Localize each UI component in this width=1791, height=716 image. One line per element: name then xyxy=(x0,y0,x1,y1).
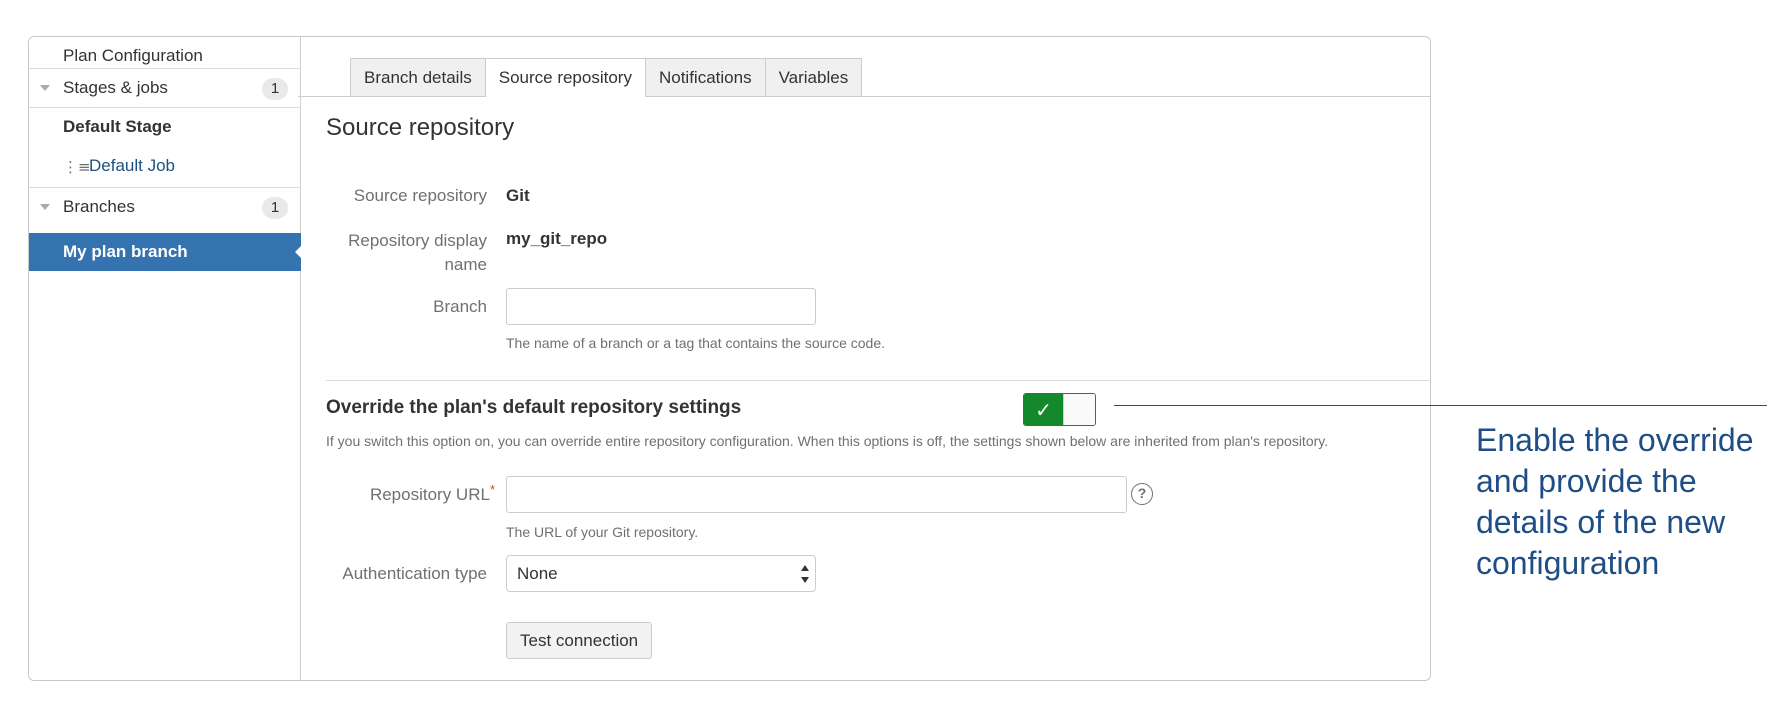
section-divider xyxy=(326,380,1431,381)
page-title: Source repository xyxy=(326,114,515,141)
tab-variables[interactable]: Variables xyxy=(764,58,863,96)
authentication-type-select[interactable]: None xyxy=(506,555,816,592)
tab-label: Branch details xyxy=(364,67,472,87)
branch-label: Branch xyxy=(433,297,487,316)
branch-help-text: The name of a branch or a tag that conta… xyxy=(506,335,886,351)
label-text: Repository URL xyxy=(369,485,490,504)
sidebar-item-label: Default Stage xyxy=(63,117,172,136)
override-description: If you switch this option on, you can ov… xyxy=(326,433,1329,449)
repository-display-name-value: my_git_repo xyxy=(506,229,608,248)
override-section-title: Override the plan's default repository s… xyxy=(326,397,742,418)
tab-bar-baseline xyxy=(298,96,1431,97)
tab-source-repository[interactable]: Source repository xyxy=(484,58,646,97)
branches-count-badge: 1 xyxy=(262,197,288,219)
active-indicator-notch xyxy=(295,245,302,259)
sidebar-item-default-job[interactable]: ⋮≡ Default Job xyxy=(29,147,301,185)
authentication-type-label: Authentication type xyxy=(342,564,487,583)
sidebar: Plan Configuration Stages & jobs 1 Defau… xyxy=(29,37,301,680)
sidebar-item-label[interactable]: Default Job xyxy=(89,156,175,176)
sidebar-item-my-plan-branch[interactable]: My plan branch xyxy=(29,233,301,271)
sidebar-item-label: Branches xyxy=(63,197,135,216)
toggle-knob[interactable] xyxy=(1063,394,1095,425)
tab-label: Notifications xyxy=(658,67,752,87)
sidebar-item-label: Plan Configuration xyxy=(63,46,203,65)
sidebar-item-stages-jobs[interactable]: Stages & jobs 1 xyxy=(29,69,301,107)
repository-url-label: Repository URL* xyxy=(330,482,495,505)
callout-annotation: Enable the override and provide the deta… xyxy=(1476,422,1754,581)
sidebar-item-branches[interactable]: Branches 1 xyxy=(29,188,301,226)
sidebar-item-default-stage[interactable]: Default Stage xyxy=(29,108,301,146)
tab-notifications[interactable]: Notifications xyxy=(644,58,766,96)
test-connection-button[interactable]: Test connection xyxy=(506,622,653,659)
override-toggle[interactable]: ✓ xyxy=(1023,393,1096,426)
label-line: name xyxy=(444,255,487,274)
collapse-triangle-icon[interactable] xyxy=(40,204,50,210)
stages-count-badge: 1 xyxy=(262,78,288,100)
sidebar-item-label: My plan branch xyxy=(63,242,188,261)
select-value: None xyxy=(517,563,558,583)
collapse-triangle-icon[interactable] xyxy=(40,85,50,91)
job-list-icon: ⋮≡ xyxy=(63,158,91,176)
source-repository-label: Source repository xyxy=(353,186,487,205)
checkmark-icon: ✓ xyxy=(1024,394,1063,425)
sidebar-item-label: Stages & jobs xyxy=(63,78,168,97)
help-question-icon[interactable]: ? xyxy=(1131,483,1153,505)
repository-display-name-label: Repository display name xyxy=(330,229,487,277)
required-asterisk: * xyxy=(489,482,495,497)
tab-label: Source repository xyxy=(498,68,632,87)
source-repository-value: Git xyxy=(506,186,530,205)
tab-branch-details[interactable]: Branch details xyxy=(350,58,486,96)
callout-pointer-line xyxy=(1114,405,1767,406)
tab-label: Variables xyxy=(778,67,849,87)
branch-input[interactable] xyxy=(506,288,816,325)
tab-bar: Branch details Source repository Notific… xyxy=(350,58,863,97)
select-arrows-icon xyxy=(801,565,809,583)
repository-url-input[interactable] xyxy=(506,476,1127,513)
label-line: Repository display xyxy=(348,231,487,250)
repository-url-help-text: The URL of your Git repository. xyxy=(506,524,699,540)
